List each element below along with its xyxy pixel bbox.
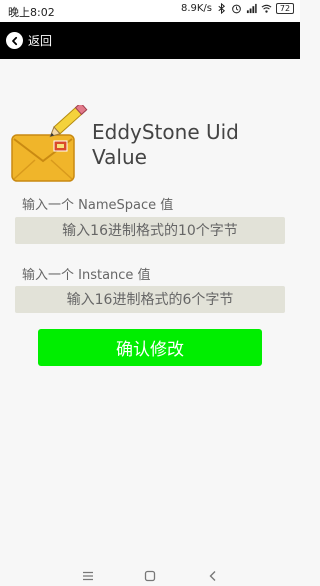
namespace-input[interactable] [15, 217, 285, 244]
instance-label: 输入一个 Instance 值 [22, 268, 151, 283]
alarm-icon [232, 4, 241, 14]
envelope-pencil-icon [11, 105, 88, 182]
status-icons: 8.9K/s 72 [181, 3, 294, 14]
back-button[interactable]: 返回 [6, 30, 52, 51]
status-bar: 晚上8:02 8.9K/s 72 [0, 0, 300, 22]
page-title: EddyStone Uid Value [92, 120, 239, 169]
namespace-label: 输入一个 NameSpace 值 [22, 198, 174, 213]
battery-icon: 72 [276, 3, 294, 14]
back-label: 返回 [28, 34, 53, 48]
status-time: 晚上8:02 [8, 6, 55, 19]
app-bar: 返回 [0, 22, 300, 59]
net-speed: 8.9K/s [180, 3, 212, 14]
signal-icon [246, 3, 257, 14]
system-nav-bar [0, 566, 300, 586]
confirm-button[interactable]: 确认修改 [38, 329, 262, 366]
bluetooth-icon [218, 3, 226, 14]
instance-input[interactable] [15, 286, 285, 313]
back-icon [6, 32, 23, 49]
back-nav-icon[interactable] [206, 569, 220, 583]
menu-icon[interactable] [81, 569, 95, 583]
home-icon[interactable] [143, 569, 157, 583]
wifi-icon [261, 4, 272, 13]
